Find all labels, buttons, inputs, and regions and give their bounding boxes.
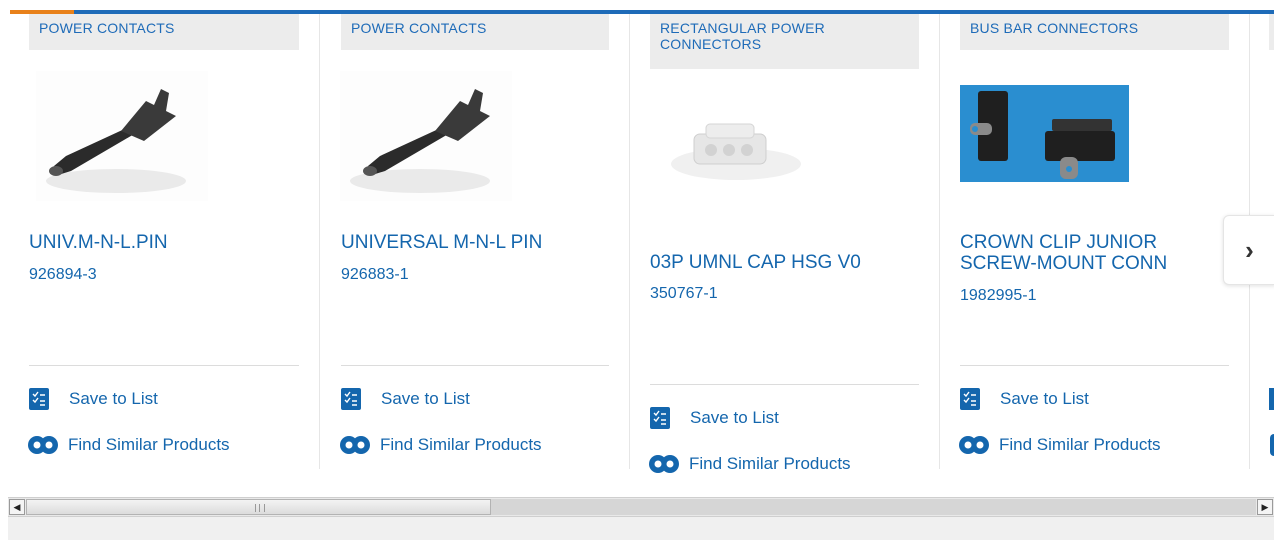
horizontal-scrollbar[interactable]: ◀ ▶ <box>8 497 1274 517</box>
scroll-right-arrow[interactable]: ▶ <box>1257 499 1273 515</box>
product-name-link[interactable]: CROWN CLIP JUNIOR SCREW-MOUNT CONN <box>960 232 1200 274</box>
scrollbar-thumb[interactable] <box>26 499 491 515</box>
product-name-link[interactable]: UNIVERSAL M-N-L PIN <box>341 232 609 253</box>
card-separator <box>650 384 919 385</box>
find-similar-label: Find Similar Products <box>999 435 1161 454</box>
save-to-list-button[interactable]: Save to List <box>960 388 1089 410</box>
product-card: POWER CONTACTS UNIVERSAL M-N-L PIN 92688… <box>320 14 630 484</box>
category-label[interactable] <box>1269 14 1274 50</box>
chevron-right-icon: › <box>1245 234 1254 265</box>
category-label[interactable]: RECTANGULAR POWER CONNECTORS <box>650 14 919 69</box>
find-similar-label: Find Similar Products <box>689 454 851 473</box>
card-separator <box>960 365 1229 366</box>
part-number-link[interactable]: 926894-3 <box>29 266 97 284</box>
save-to-list-label: Save to List <box>381 389 470 408</box>
find-similar-button[interactable]: Find Similar Products <box>958 433 1161 457</box>
category-label[interactable]: BUS BAR CONNECTORS <box>960 14 1229 50</box>
product-card: BUS BAR CONNECTORS CROWN CLIP JUNIOR SCR… <box>940 14 1250 484</box>
part-number-link[interactable]: 926883-1 <box>341 266 409 284</box>
find-similar-label: Find Similar Products <box>380 435 542 454</box>
save-to-list-button[interactable]: Save to List <box>341 388 470 410</box>
product-card: POWER CONTACTS UNIV.M-N-L.PIN 926894-3 S… <box>10 14 320 484</box>
product-name-link[interactable]: UNIV.M-N-L.PIN <box>29 232 299 253</box>
save-to-list-button[interactable]: Save to List <box>29 388 158 410</box>
checklist-icon[interactable] <box>1269 388 1274 410</box>
product-image[interactable] <box>36 71 208 201</box>
grip-icon <box>255 504 265 512</box>
similar-gears-icon <box>340 436 370 454</box>
checklist-icon <box>960 388 980 410</box>
similar-gears-icon[interactable] <box>1270 434 1274 456</box>
page-background <box>8 517 1274 540</box>
find-similar-button[interactable]: Find Similar Products <box>648 452 851 476</box>
category-label[interactable]: POWER CONTACTS <box>341 14 609 50</box>
save-to-list-label: Save to List <box>690 408 779 427</box>
product-card: RECTANGULAR POWER CONNECTORS 03P UMNL CA… <box>630 14 940 484</box>
scroll-left-arrow[interactable]: ◀ <box>9 499 25 515</box>
similar-gears-icon <box>28 436 58 454</box>
part-number-link[interactable]: 1982995-1 <box>960 287 1037 305</box>
card-separator <box>341 365 609 366</box>
save-to-list-label: Save to List <box>69 389 158 408</box>
product-image[interactable] <box>340 71 512 201</box>
product-image[interactable] <box>960 85 1129 182</box>
similar-gears-icon <box>649 455 679 473</box>
find-similar-label: Find Similar Products <box>68 435 230 454</box>
save-to-list-label: Save to List <box>1000 389 1089 408</box>
scrollbar-track[interactable] <box>491 499 1256 515</box>
checklist-icon <box>650 407 670 429</box>
category-label[interactable]: POWER CONTACTS <box>29 14 299 50</box>
checklist-icon <box>29 388 49 410</box>
save-to-list-button[interactable]: Save to List <box>650 407 779 429</box>
card-separator <box>29 365 299 366</box>
part-number-link[interactable]: 350767-1 <box>650 285 718 303</box>
find-similar-button[interactable]: Find Similar Products <box>339 433 542 457</box>
product-name-link[interactable]: 03P UMNL CAP HSG V0 <box>650 252 919 273</box>
find-similar-button[interactable]: Find Similar Products <box>27 433 230 457</box>
product-carousel: POWER CONTACTS UNIV.M-N-L.PIN 926894-3 S… <box>0 14 1274 496</box>
checklist-icon <box>341 388 361 410</box>
carousel-next-button[interactable]: › <box>1223 215 1274 285</box>
product-image[interactable] <box>666 106 806 196</box>
similar-gears-icon <box>959 436 989 454</box>
